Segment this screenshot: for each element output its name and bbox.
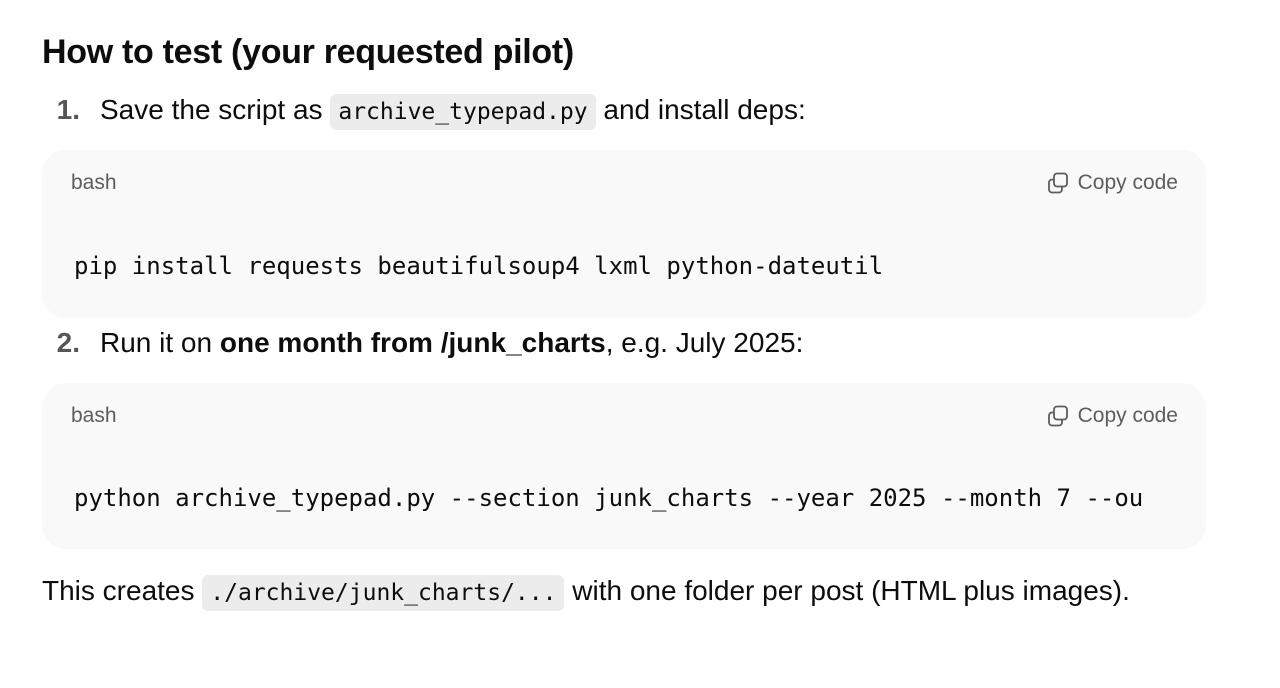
closing-text-before: This creates	[42, 575, 203, 606]
copy-code-label: Copy code	[1077, 404, 1178, 427]
inline-code-path: ./archive/junk_charts/...	[202, 575, 565, 611]
code-block-header: bash Copy code	[71, 168, 1178, 198]
code-text[interactable]: python archive_typepad.py --section junk…	[74, 478, 1143, 518]
copy-icon	[1046, 171, 1070, 195]
step-number: 2.	[56, 327, 80, 358]
code-language-label: bash	[71, 404, 117, 427]
step-text-after: , e.g. July 2025:	[605, 327, 804, 358]
step-text-before: Save the script as	[100, 94, 331, 125]
step-2: 2. Run it on one month from /junk_charts,…	[42, 323, 804, 363]
closing-paragraph: This creates ./archive/junk_charts/... w…	[42, 566, 1142, 618]
copy-code-button[interactable]: Copy code	[1046, 404, 1178, 428]
copy-icon	[1046, 404, 1070, 428]
copy-code-label: Copy code	[1077, 171, 1178, 194]
step-number: 1.	[56, 94, 80, 125]
closing-text-after: with one folder per post (HTML plus imag…	[564, 575, 1130, 606]
code-language-label: bash	[71, 171, 117, 194]
code-block-header: bash Copy code	[71, 401, 1178, 431]
copy-code-button[interactable]: Copy code	[1046, 171, 1178, 195]
inline-code-filename: archive_typepad.py	[330, 94, 596, 130]
code-block-run: bash Copy code python archive_typepad.py…	[42, 383, 1206, 549]
step-text-after: and install deps:	[595, 94, 806, 125]
step-bold-text: one month from /junk_charts	[219, 327, 606, 358]
section-heading: How to test (your requested pilot)	[42, 33, 574, 71]
step-text-before: Run it on	[100, 327, 220, 358]
code-text: pip install requests beautifulsoup4 lxml…	[74, 252, 884, 280]
step-1: 1. Save the script as archive_typepad.py …	[42, 90, 806, 132]
code-block-install: bash Copy code pip install requests beau…	[42, 150, 1206, 318]
